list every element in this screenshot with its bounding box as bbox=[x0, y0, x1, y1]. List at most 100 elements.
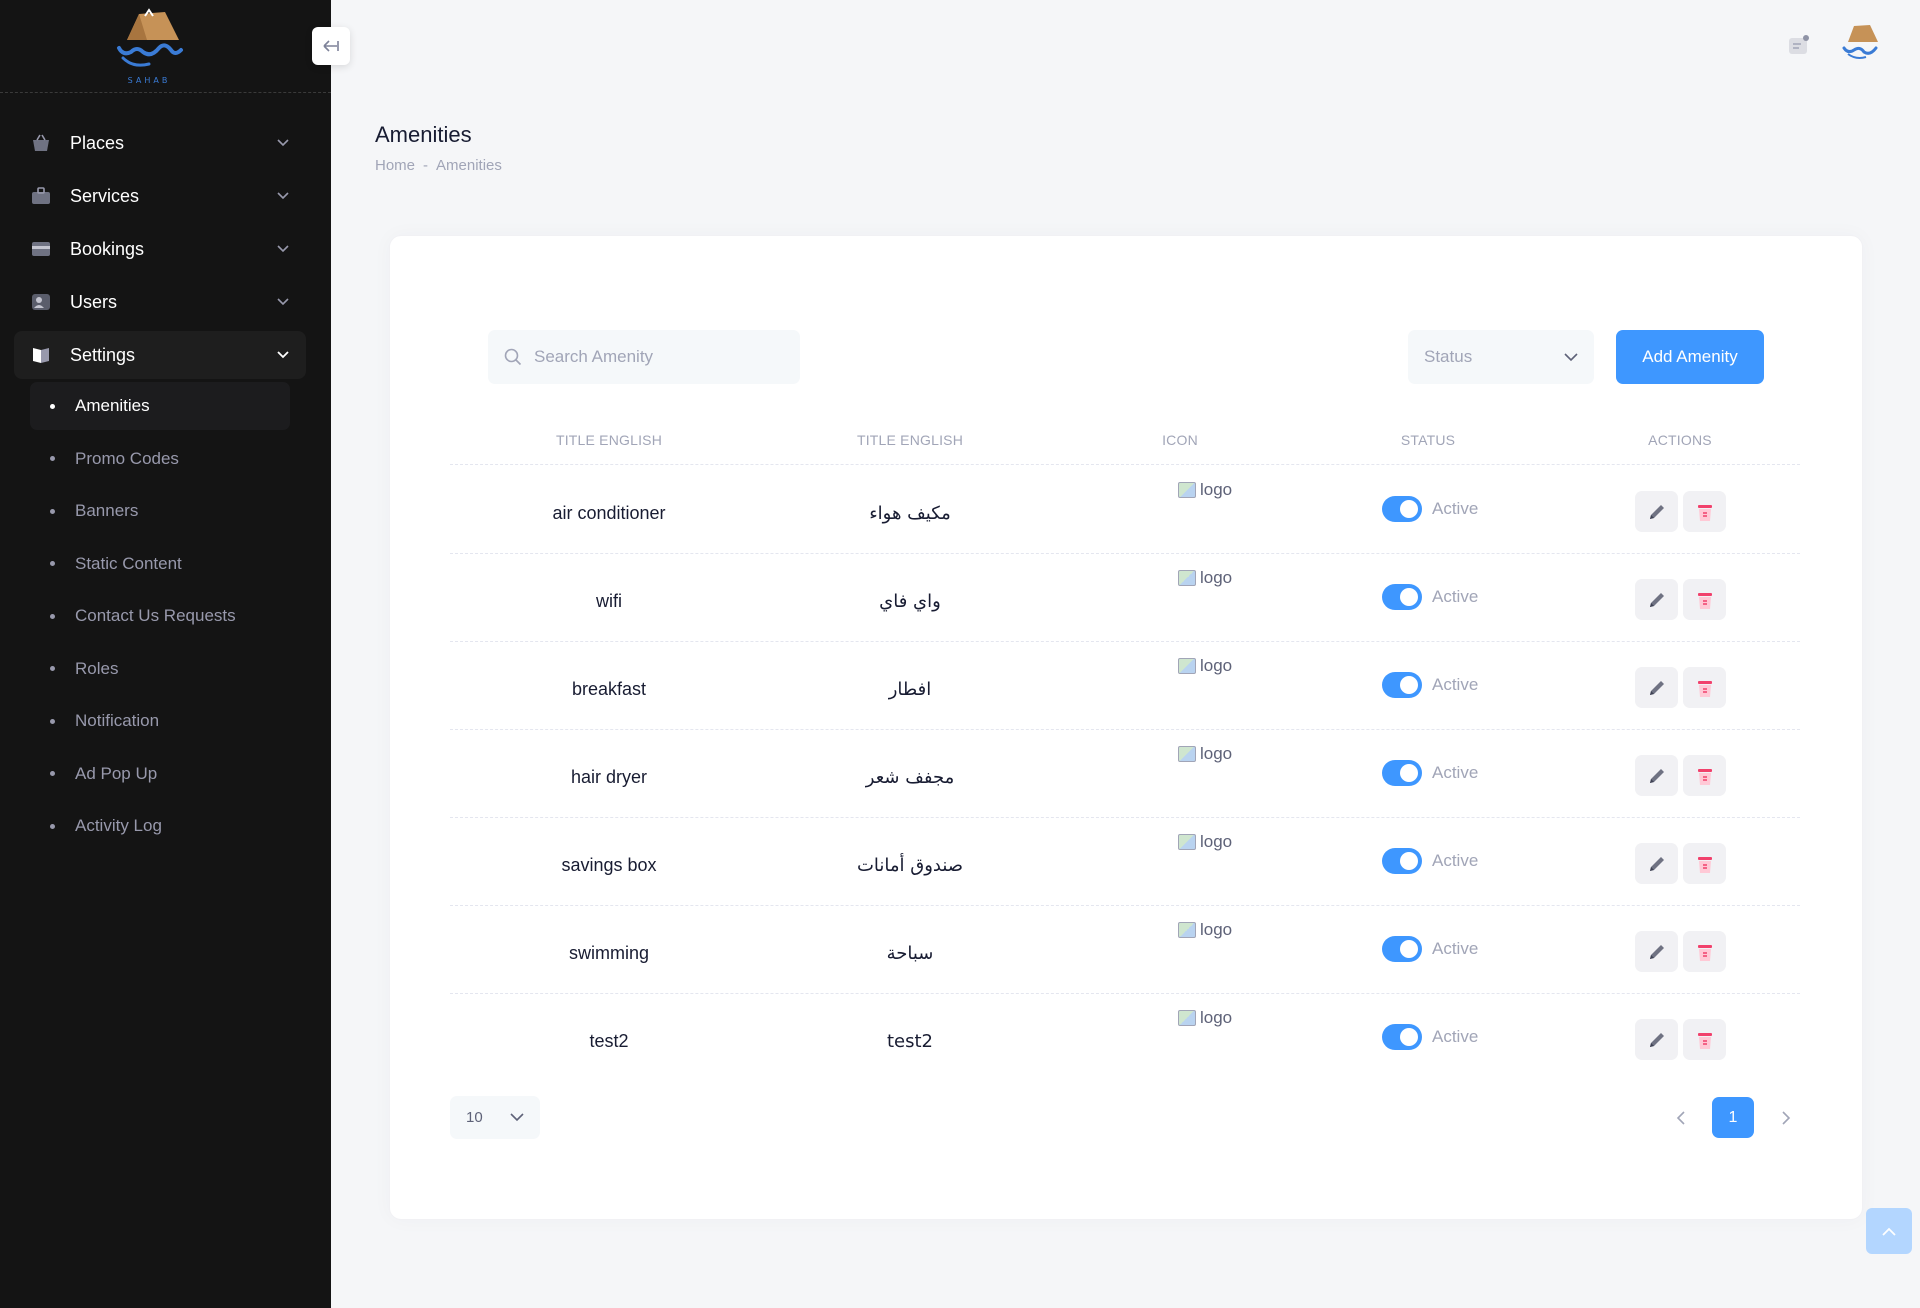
bullet-dot bbox=[50, 403, 55, 409]
submenu-item-amenities[interactable]: Amenities bbox=[30, 382, 290, 430]
cell-title-arabic: مجفف شعر bbox=[865, 767, 955, 788]
previous-page-button[interactable] bbox=[1670, 1108, 1690, 1128]
edit-button[interactable] bbox=[1635, 667, 1678, 708]
pencil-icon bbox=[1649, 1032, 1664, 1047]
cell-title-english: air conditioner bbox=[552, 503, 666, 523]
cell-status: Active bbox=[1382, 584, 1478, 610]
cell-title-english: swimming bbox=[568, 943, 650, 963]
broken-image-icon bbox=[1178, 570, 1196, 586]
status-toggle[interactable] bbox=[1382, 584, 1422, 610]
breadcrumb-home[interactable]: Home bbox=[375, 157, 415, 174]
status-toggle[interactable] bbox=[1382, 936, 1422, 962]
delete-button[interactable] bbox=[1683, 931, 1726, 972]
edit-button[interactable] bbox=[1635, 579, 1678, 620]
search-input[interactable] bbox=[534, 347, 774, 367]
edit-button[interactable] bbox=[1635, 491, 1678, 532]
status-toggle[interactable] bbox=[1382, 760, 1422, 786]
notifications-button[interactable] bbox=[1788, 34, 1810, 61]
submenu-item-activity-log[interactable]: Activity Log bbox=[30, 802, 290, 850]
trash-icon bbox=[1697, 592, 1712, 609]
cell-actions bbox=[1635, 755, 1726, 796]
pencil-icon bbox=[1649, 944, 1664, 959]
scroll-to-top-button[interactable] bbox=[1866, 1208, 1912, 1254]
submenu-item-banners[interactable]: Banners bbox=[30, 487, 290, 535]
pencil-icon bbox=[1649, 680, 1664, 695]
user-avatar[interactable] bbox=[1840, 22, 1882, 75]
submenu-item-static-content[interactable]: Static Content bbox=[30, 540, 290, 588]
status-text: Active bbox=[1432, 499, 1479, 518]
briefcase-icon bbox=[30, 186, 52, 206]
sidebar-collapse-button[interactable] bbox=[312, 27, 350, 65]
chevron-down-icon bbox=[276, 136, 290, 150]
delete-button[interactable] bbox=[1683, 579, 1726, 620]
icon-alt-text: logo bbox=[1200, 480, 1233, 499]
table-row: test2 test2 logo Active bbox=[450, 994, 1800, 1082]
icon-alt-text: logo bbox=[1200, 568, 1233, 587]
search-box[interactable] bbox=[488, 330, 800, 384]
submenu-item-promo-codes[interactable]: Promo Codes bbox=[30, 435, 290, 483]
cell-title-english: breakfast bbox=[571, 679, 647, 699]
submenu-item-notification[interactable]: Notification bbox=[30, 697, 290, 745]
edit-button[interactable] bbox=[1635, 931, 1678, 972]
status-text: Active bbox=[1432, 939, 1479, 958]
chevron-up-icon bbox=[1882, 1227, 1896, 1236]
delete-button[interactable] bbox=[1683, 843, 1726, 884]
status-toggle[interactable] bbox=[1382, 1024, 1422, 1050]
basket-icon bbox=[30, 133, 52, 153]
chevron-down-icon bbox=[276, 348, 290, 362]
broken-image-icon bbox=[1178, 922, 1196, 938]
breadcrumb: Home - Amenities bbox=[375, 157, 502, 174]
next-page-button[interactable] bbox=[1776, 1108, 1796, 1128]
bullet-dot bbox=[50, 823, 55, 829]
search-icon bbox=[504, 348, 522, 366]
submenu-item-label: Roles bbox=[75, 658, 119, 678]
status-toggle[interactable] bbox=[1382, 496, 1422, 522]
sidebar-nav: Places Services Bookings Users Settings bbox=[14, 119, 306, 384]
bullet-dot bbox=[50, 718, 55, 724]
submenu-item-label: Ad Pop Up bbox=[75, 763, 158, 783]
status-filter-select[interactable]: Status bbox=[1408, 330, 1594, 384]
cell-icon: logo bbox=[1178, 480, 1232, 500]
chevron-down-icon bbox=[276, 189, 290, 203]
cell-title-english: hair dryer bbox=[570, 767, 648, 787]
table-row: wifi واي فاي logo Active bbox=[450, 554, 1800, 642]
page-size-select[interactable]: 10 bbox=[450, 1096, 540, 1139]
page-number-button[interactable]: 1 bbox=[1712, 1097, 1754, 1138]
cell-actions bbox=[1635, 579, 1726, 620]
sidebar-item-services[interactable]: Services bbox=[14, 172, 306, 220]
icon-alt-text: logo bbox=[1200, 920, 1233, 939]
sidebar-item-bookings[interactable]: Bookings bbox=[14, 225, 306, 273]
sidebar-item-label: Bookings bbox=[70, 238, 145, 259]
trash-icon bbox=[1697, 856, 1712, 873]
status-toggle[interactable] bbox=[1382, 672, 1422, 698]
status-toggle[interactable] bbox=[1382, 848, 1422, 874]
sidebar-item-places[interactable]: Places bbox=[14, 119, 306, 167]
submenu-item-label: Static Content bbox=[75, 553, 182, 573]
cell-status: Active bbox=[1382, 936, 1478, 962]
submenu-item-ad-pop-up[interactable]: Ad Pop Up bbox=[30, 750, 290, 798]
sidebar-item-users[interactable]: Users bbox=[14, 278, 306, 326]
add-amenity-button[interactable]: Add Amenity bbox=[1616, 330, 1764, 384]
delete-button[interactable] bbox=[1683, 1019, 1726, 1060]
edit-button[interactable] bbox=[1635, 843, 1678, 884]
cell-status: Active bbox=[1382, 760, 1478, 786]
submenu-item-contact-us-requests[interactable]: Contact Us Requests bbox=[30, 592, 290, 640]
trash-icon bbox=[1697, 944, 1712, 961]
status-filter-label: Status bbox=[1424, 347, 1473, 366]
user-card-icon bbox=[30, 292, 52, 312]
brand-logo[interactable]: SAHAB bbox=[113, 6, 185, 86]
bullet-dot bbox=[50, 613, 55, 619]
icon-alt-text: logo bbox=[1200, 656, 1233, 675]
delete-button[interactable] bbox=[1683, 755, 1726, 796]
submenu-item-roles[interactable]: Roles bbox=[30, 645, 290, 693]
edit-button[interactable] bbox=[1635, 1019, 1678, 1060]
edit-button[interactable] bbox=[1635, 755, 1678, 796]
sidebar-item-settings[interactable]: Settings bbox=[14, 331, 306, 379]
submenu-item-label: Promo Codes bbox=[75, 448, 179, 468]
delete-button[interactable] bbox=[1683, 667, 1726, 708]
table-row: swimming سباحة logo Active bbox=[450, 906, 1800, 994]
status-text: Active bbox=[1432, 587, 1479, 606]
delete-button[interactable] bbox=[1683, 491, 1726, 532]
chevron-down-icon bbox=[1564, 352, 1578, 361]
cell-status: Active bbox=[1382, 848, 1478, 874]
